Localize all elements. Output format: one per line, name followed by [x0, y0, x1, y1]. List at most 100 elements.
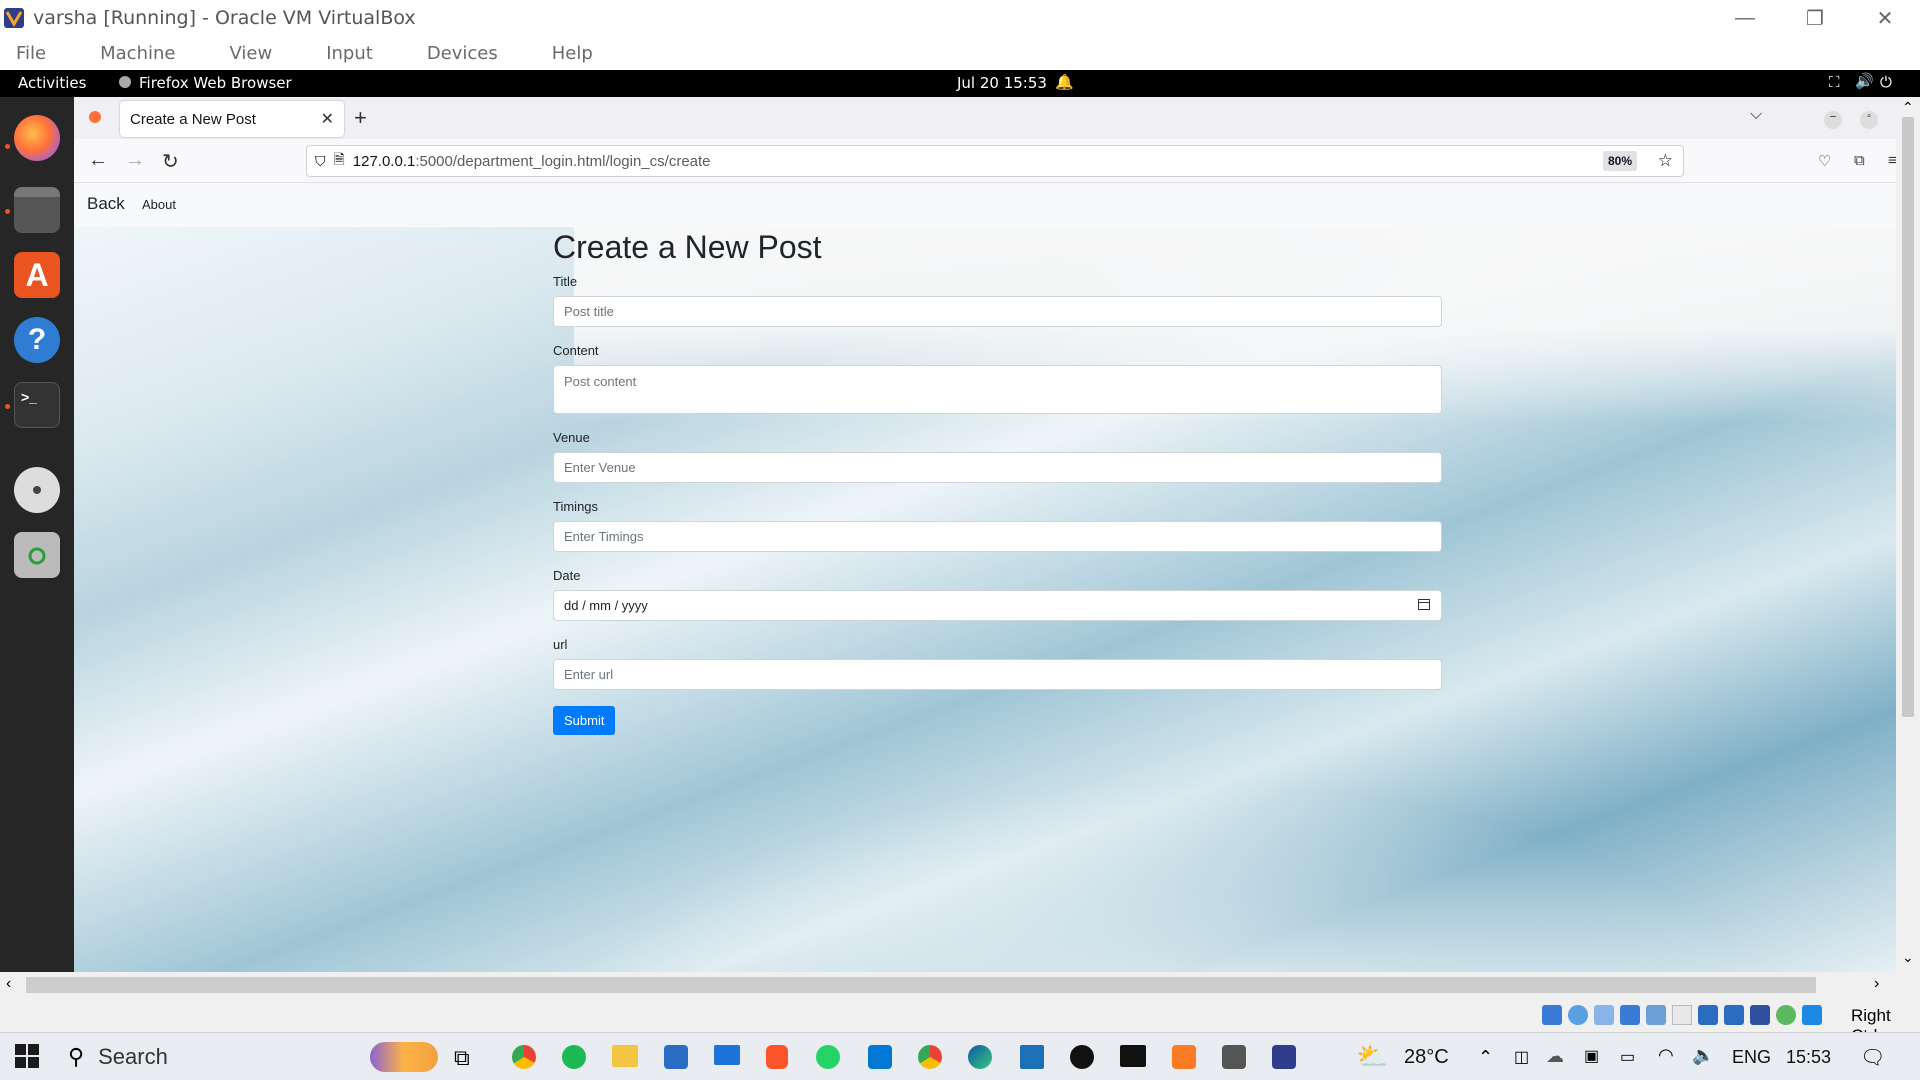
menu-devices[interactable]: Devices [427, 43, 498, 64]
vertical-scroll-thumb[interactable] [1902, 117, 1914, 717]
store-icon[interactable] [664, 1045, 688, 1069]
trash-icon[interactable] [14, 532, 60, 578]
guest-maximize-icon[interactable]: ▫ [1860, 111, 1878, 129]
vertical-scrollbar[interactable]: ⌃ ⌄ [1896, 97, 1920, 972]
calendar-icon[interactable] [1417, 597, 1431, 614]
software-center-icon[interactable]: A [14, 252, 60, 298]
firefox-icon[interactable] [14, 115, 60, 161]
photos-icon[interactable] [1020, 1045, 1044, 1069]
taskbar-search[interactable]: ⚲ Search [58, 1039, 438, 1075]
display-settings-icon[interactable]: ▣ [1584, 1046, 1599, 1066]
guest-additions-icon[interactable] [1776, 1005, 1796, 1025]
date-input[interactable]: dd / mm / yyyy [553, 590, 1442, 621]
edge-icon[interactable] [968, 1045, 992, 1069]
help-icon[interactable]: ? [14, 317, 60, 363]
app-menu[interactable]: Firefox Web Browser [139, 74, 292, 92]
url-bar[interactable]: ⛉ 🗎 127.0.0.1:5000/department_login.html… [306, 145, 1684, 177]
chrome-profile-icon[interactable] [918, 1045, 942, 1069]
brave-icon[interactable] [766, 1045, 788, 1069]
usb-icon[interactable] [1646, 1005, 1666, 1025]
optical-drive-icon[interactable] [1568, 1005, 1588, 1025]
reload-icon[interactable]: ↻ [162, 149, 179, 174]
speaker-icon[interactable]: 🔈 [1692, 1045, 1714, 1066]
scroll-down-icon[interactable]: ⌄ [1902, 949, 1914, 966]
nav-back-link[interactable]: Back [87, 194, 125, 214]
window-title: varsha [Running] - Oracle VM VirtualBox [33, 7, 416, 29]
menu-machine[interactable]: Machine [100, 43, 175, 64]
menu-help[interactable]: Help [552, 43, 593, 64]
forward-arrow-icon[interactable]: → [125, 149, 145, 172]
minimize-icon[interactable]: — [1710, 0, 1780, 36]
meet-now-icon[interactable]: ◫ [1514, 1047, 1529, 1067]
vscode-icon[interactable] [868, 1045, 892, 1069]
disc-icon[interactable] [14, 467, 60, 513]
horizontal-scroll-thumb[interactable] [26, 977, 1816, 993]
new-tab-icon[interactable]: + [354, 105, 367, 131]
extensions-icon[interactable]: ⧉ [1854, 152, 1865, 169]
tab-create-post[interactable]: Create a New Post ✕ [120, 101, 344, 137]
tab-title: Create a New Post [130, 110, 256, 128]
tray-chevron-icon[interactable]: ⌃ [1478, 1047, 1493, 1068]
wifi-icon[interactable]: ◠ [1658, 1045, 1674, 1066]
volume-icon[interactable]: 🔊 [1855, 72, 1874, 90]
horizontal-scrollbar[interactable]: ‹ › [0, 972, 1920, 998]
venue-input[interactable]: Enter Venue [553, 452, 1442, 483]
chrome-icon[interactable] [512, 1045, 536, 1069]
terminal-taskbar-icon[interactable] [1120, 1045, 1146, 1067]
hard-disk-icon[interactable] [1542, 1005, 1562, 1025]
menu-view[interactable]: View [229, 43, 272, 64]
network-icon[interactable]: ⛶ [1829, 73, 1840, 91]
xampp-icon[interactable] [1172, 1045, 1196, 1069]
vt-icon[interactable] [1750, 1005, 1770, 1025]
audio-icon[interactable] [1594, 1005, 1614, 1025]
tab-close-icon[interactable]: ✕ [321, 109, 334, 129]
file-explorer-icon[interactable] [612, 1045, 638, 1067]
shield-icon[interactable]: ⛉ [315, 153, 326, 170]
weather-icon[interactable]: ⛅ [1356, 1041, 1388, 1072]
battery-icon[interactable]: ▭ [1620, 1047, 1635, 1067]
scroll-up-icon[interactable]: ⌃ [1902, 99, 1914, 116]
weather-temp[interactable]: 28°C [1404, 1046, 1449, 1069]
guest-minimize-icon[interactable]: – [1824, 111, 1842, 129]
title-input[interactable]: Post title [553, 296, 1442, 327]
zoom-level[interactable]: 80% [1603, 151, 1637, 171]
mouse-integration-icon[interactable] [1802, 1005, 1822, 1025]
submit-button[interactable]: Submit [553, 706, 616, 735]
timings-input[interactable]: Enter Timings [553, 521, 1442, 552]
close-icon[interactable]: ✕ [1850, 0, 1920, 36]
firefox-view-icon[interactable] [88, 110, 102, 129]
network-adapter-icon[interactable] [1620, 1005, 1640, 1025]
back-arrow-icon[interactable]: ← [88, 149, 108, 172]
display-icon[interactable] [1698, 1005, 1718, 1025]
menu-file[interactable]: File [16, 43, 46, 64]
terminal-icon[interactable]: >_ [14, 382, 60, 428]
taskbar-clock[interactable]: 15:53 [1786, 1047, 1831, 1068]
power-icon[interactable]: ⏻ [1880, 73, 1892, 91]
whatsapp-icon[interactable] [816, 1045, 840, 1069]
task-view-icon[interactable]: ⧉ [454, 1045, 470, 1071]
activities-button[interactable]: Activities [18, 74, 86, 92]
clock[interactable]: Jul 20 15:53 [957, 74, 1047, 92]
language-indicator[interactable]: ENG [1732, 1047, 1771, 1068]
files-icon[interactable] [14, 187, 60, 233]
notifications-icon[interactable]: 🗨 [1860, 1045, 1885, 1070]
3d-app-icon[interactable] [1222, 1045, 1246, 1069]
list-tabs-icon[interactable]: ⌵ [1750, 106, 1762, 124]
virtualbox-taskbar-icon[interactable] [1272, 1045, 1296, 1069]
restore-icon[interactable]: ❐ [1780, 0, 1850, 36]
content-textarea[interactable]: Post content [553, 365, 1442, 414]
scroll-left-icon[interactable]: ‹ [6, 975, 11, 993]
obs-icon[interactable] [1070, 1045, 1094, 1069]
pocket-icon[interactable]: ♡ [1818, 152, 1831, 170]
menu-input[interactable]: Input [326, 43, 373, 64]
windows-start-icon[interactable] [14, 1043, 40, 1075]
shared-folders-icon[interactable] [1672, 1005, 1692, 1025]
spotify-icon[interactable] [562, 1045, 586, 1069]
mail-icon[interactable] [714, 1045, 740, 1065]
nav-about-link[interactable]: About [142, 197, 176, 212]
url-input[interactable]: Enter url [553, 659, 1442, 690]
scroll-right-icon[interactable]: › [1874, 975, 1879, 993]
recording-icon[interactable] [1724, 1005, 1744, 1025]
onedrive-icon[interactable]: ☁ [1546, 1046, 1564, 1067]
bookmark-star-icon[interactable]: ☆ [1658, 151, 1673, 171]
